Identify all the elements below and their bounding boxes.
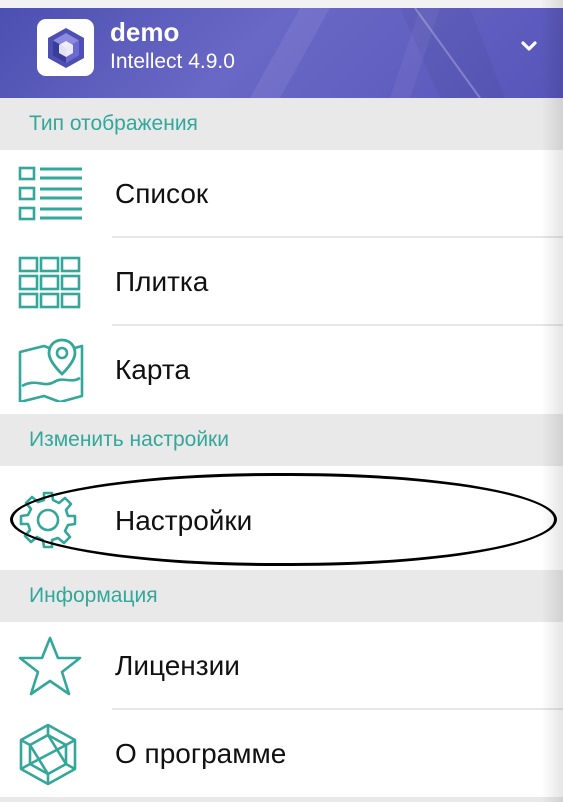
menu-item-map[interactable]: Карта bbox=[0, 326, 563, 414]
cube-logo-icon bbox=[37, 19, 94, 76]
menu-item-label: Настройки bbox=[115, 505, 253, 536]
chevron-down-icon[interactable] bbox=[516, 33, 542, 59]
menu-item-list[interactable]: Список bbox=[0, 150, 563, 238]
cube-about-icon bbox=[19, 723, 77, 786]
menu-item-label: Плитка bbox=[115, 266, 209, 297]
list-view-icon bbox=[18, 166, 82, 221]
menu-item-licenses[interactable]: Лицензии bbox=[0, 622, 563, 710]
app-name: demo bbox=[110, 17, 180, 47]
menu-item-tiles[interactable]: Плитка bbox=[0, 238, 563, 326]
section-header-change-settings: Изменить настройки bbox=[0, 414, 563, 466]
tile-grid-icon bbox=[18, 256, 81, 309]
menu-item-label: Список bbox=[115, 178, 209, 209]
menu-item-label: О программе bbox=[115, 738, 287, 769]
menu-item-label: Лицензии bbox=[115, 650, 240, 681]
gear-icon bbox=[19, 491, 77, 549]
map-pin-icon bbox=[18, 338, 84, 402]
menu-item-label: Карта bbox=[115, 354, 190, 385]
app-version: Intellect 4.9.0 bbox=[110, 50, 235, 73]
menu-item-about[interactable]: О программе bbox=[0, 710, 563, 798]
bottom-strip bbox=[0, 797, 563, 802]
menu-item-settings[interactable]: Настройки bbox=[0, 466, 563, 576]
section-header-information: Информация bbox=[0, 570, 563, 622]
star-icon bbox=[18, 636, 82, 696]
section-header-display-type: Тип отображения bbox=[0, 98, 563, 150]
account-header[interactable]: demo Intellect 4.9.0 bbox=[0, 0, 563, 98]
